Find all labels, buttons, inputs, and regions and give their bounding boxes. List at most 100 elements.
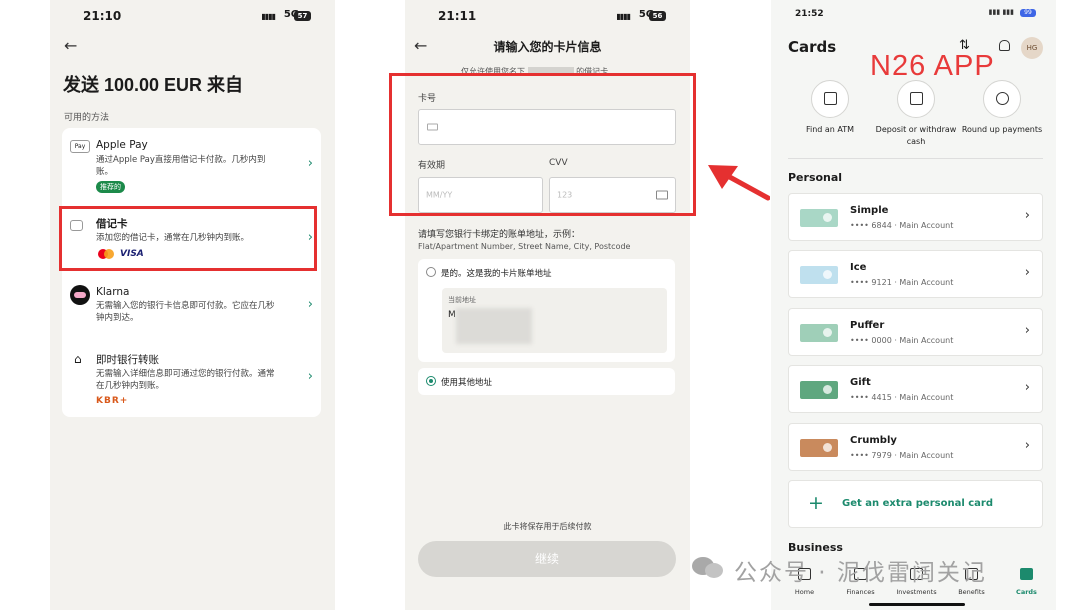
- quick-action-label: Deposit or withdraw cash: [875, 125, 957, 146]
- tab-label: Cards: [1016, 588, 1037, 596]
- status-time: 21:52: [795, 9, 824, 19]
- chevron-right-icon: ›: [1024, 323, 1030, 338]
- chevron-right-icon: ›: [307, 369, 313, 384]
- tab-label: Investments: [896, 588, 937, 596]
- method-name: Apple Pay: [96, 139, 148, 151]
- chevron-right-icon: ›: [307, 156, 313, 171]
- option-other-address-label: 使用其他地址: [441, 378, 493, 388]
- card-subtitle: •••• 9121 · Main Account: [850, 278, 954, 287]
- watermark-text: 公众号 · 泥伐雷阔关记: [734, 560, 987, 586]
- status-bar: 21:11 ▮▮▮▮ 5G 56: [405, 9, 690, 25]
- signal-icon: ▮▮▮▮: [616, 12, 631, 21]
- tab-label: Finances: [846, 588, 875, 596]
- status-bar: 21:10 ▮▮▮▮ 5G 57: [50, 9, 335, 25]
- extra-card-button[interactable]: + Get an extra personal card: [788, 480, 1043, 528]
- save-card-note: 此卡将保存用于后续付款: [503, 522, 592, 531]
- method-name: Klarna: [96, 286, 130, 298]
- card-subtitle: •••• 4415 · Main Account: [850, 393, 954, 402]
- card-name: Ice: [850, 262, 867, 273]
- divider: [788, 158, 1043, 159]
- home-indicator: [869, 603, 965, 606]
- card-thumbnail: [800, 209, 838, 227]
- n26-cards-screen: 21:52 ▮▮▮ ▮▮▮ 99 Cards ⇅ HG N26 APP Find…: [771, 0, 1056, 610]
- apple-pay-icon: Pay: [70, 140, 90, 153]
- payment-methods-screen: 21:10 ▮▮▮▮ 5G 57 ← 发送 100.00 EUR 来自 可用的方…: [50, 0, 335, 610]
- card-gift[interactable]: Gift •••• 4415 · Main Account ›: [788, 365, 1043, 413]
- highlight-box-debit-card: [59, 206, 317, 271]
- card-name: Puffer: [850, 320, 885, 331]
- method-name: 即时银行转账: [96, 354, 159, 366]
- radio-other-address[interactable]: [426, 376, 436, 386]
- address-help: 请填写您银行卡绑定的账单地址，示例：: [418, 230, 581, 240]
- method-klarna[interactable]: Klarna 无需输入您的银行卡信息即可付款。它应在几秒钟内到达。 ›: [62, 278, 321, 338]
- card-thumbnail: [800, 439, 838, 457]
- personal-section-label: Personal: [788, 171, 843, 184]
- chevron-right-icon: ›: [1024, 208, 1030, 223]
- n26-annotation: N26 APP: [870, 50, 995, 82]
- current-address-value: M: [448, 310, 456, 320]
- option-my-address-label: 是的。这是我的卡片账单地址: [441, 269, 552, 279]
- bell-icon[interactable]: [999, 40, 1010, 51]
- payment-methods-list: Pay Apple Pay 通过Apple Pay直接用借记卡付款。几秒内到账。…: [62, 128, 321, 417]
- continue-button[interactable]: 继续: [418, 541, 676, 577]
- card-ice[interactable]: Ice •••• 9121 · Main Account ›: [788, 250, 1043, 298]
- page-title: 请输入您的卡片信息: [493, 40, 602, 54]
- method-apple-pay[interactable]: Pay Apple Pay 通过Apple Pay直接用借记卡付款。几秒内到账。…: [62, 128, 321, 206]
- highlight-box-card-fields: [389, 73, 696, 216]
- bank-icon: ⌂: [74, 352, 82, 366]
- cards-icon: [1020, 568, 1033, 580]
- current-address-box: 当前地址 M: [442, 288, 667, 353]
- card-thumbnail: [800, 324, 838, 342]
- quick-action-label: Find an ATM: [805, 125, 855, 134]
- bank-logos: KBR+: [96, 396, 129, 406]
- method-description: 通过Apple Pay直接用借记卡付款。几秒内到账。: [96, 155, 266, 177]
- page-title: 发送 100.00 EUR 来自: [63, 75, 244, 95]
- coin-icon: [996, 92, 1009, 105]
- battery-icon: 57: [294, 11, 311, 21]
- card-puffer[interactable]: Puffer •••• 0000 · Main Account ›: [788, 308, 1043, 356]
- other-address-option[interactable]: 使用其他地址: [418, 368, 675, 395]
- chevron-right-icon: ›: [1024, 438, 1030, 453]
- billing-address-option[interactable]: 是的。这是我的卡片账单地址 当前地址 M: [418, 259, 675, 362]
- method-description: 无需输入详细信息即可通过您的银行付款。通常在几秒钟内到账。: [96, 369, 275, 391]
- chevron-right-icon: ›: [1024, 380, 1030, 395]
- page-title: Cards: [788, 38, 837, 56]
- card-simple[interactable]: Simple •••• 6844 · Main Account ›: [788, 193, 1043, 241]
- back-arrow-icon[interactable]: ←: [64, 36, 77, 55]
- card-subtitle: •••• 7979 · Main Account: [850, 451, 954, 460]
- section-label: 可用的方法: [64, 113, 110, 123]
- status-icons: ▮▮▮ ▮▮▮: [988, 8, 1014, 16]
- battery-icon: 99: [1020, 9, 1036, 17]
- red-arrow-icon: [708, 165, 770, 201]
- method-description: 无需输入您的银行卡信息即可付款。它应在几秒钟内到达。: [96, 301, 275, 323]
- card-thumbnail: [800, 381, 838, 399]
- signal-icon: ▮▮▮▮: [261, 12, 276, 21]
- card-name: Simple: [850, 205, 889, 216]
- address-example: Flat/Apartment Number, Street Name, City…: [418, 242, 631, 251]
- screenshot-collage: 21:10 ▮▮▮▮ 5G 57 ← 发送 100.00 EUR 来自 可用的方…: [0, 0, 1080, 610]
- wechat-icon: [692, 553, 726, 581]
- plus-icon: +: [808, 492, 824, 514]
- extra-card-label: Get an extra personal card: [842, 498, 994, 509]
- recommended-badge: 推荐的: [96, 181, 125, 193]
- card-name: Crumbly: [850, 435, 897, 446]
- radio-my-address[interactable]: [426, 267, 436, 277]
- tab-label: Home: [794, 588, 815, 596]
- chevron-right-icon: ›: [1024, 265, 1030, 280]
- tab-label: Benefits: [958, 588, 985, 596]
- chevron-right-icon: ›: [307, 297, 313, 312]
- card-subtitle: •••• 6844 · Main Account: [850, 221, 954, 230]
- card-thumbnail: [800, 266, 838, 284]
- card-crumbly[interactable]: Crumbly •••• 7979 · Main Account ›: [788, 423, 1043, 471]
- quick-action-label: Round up payments: [961, 125, 1043, 134]
- klarna-icon: [70, 285, 90, 305]
- redacted-address: [456, 308, 532, 344]
- method-instant-bank-transfer[interactable]: ⌂ 即时银行转账 无需输入详细信息即可通过您的银行付款。通常在几秒钟内到账。 K…: [62, 346, 321, 416]
- store-icon: [910, 92, 923, 105]
- map-icon: [824, 92, 837, 105]
- battery-icon: 56: [649, 11, 666, 21]
- card-name: Gift: [850, 377, 871, 388]
- avatar[interactable]: HG: [1021, 37, 1043, 59]
- status-time: 21:10: [83, 9, 122, 23]
- card-subtitle: •••• 0000 · Main Account: [850, 336, 954, 345]
